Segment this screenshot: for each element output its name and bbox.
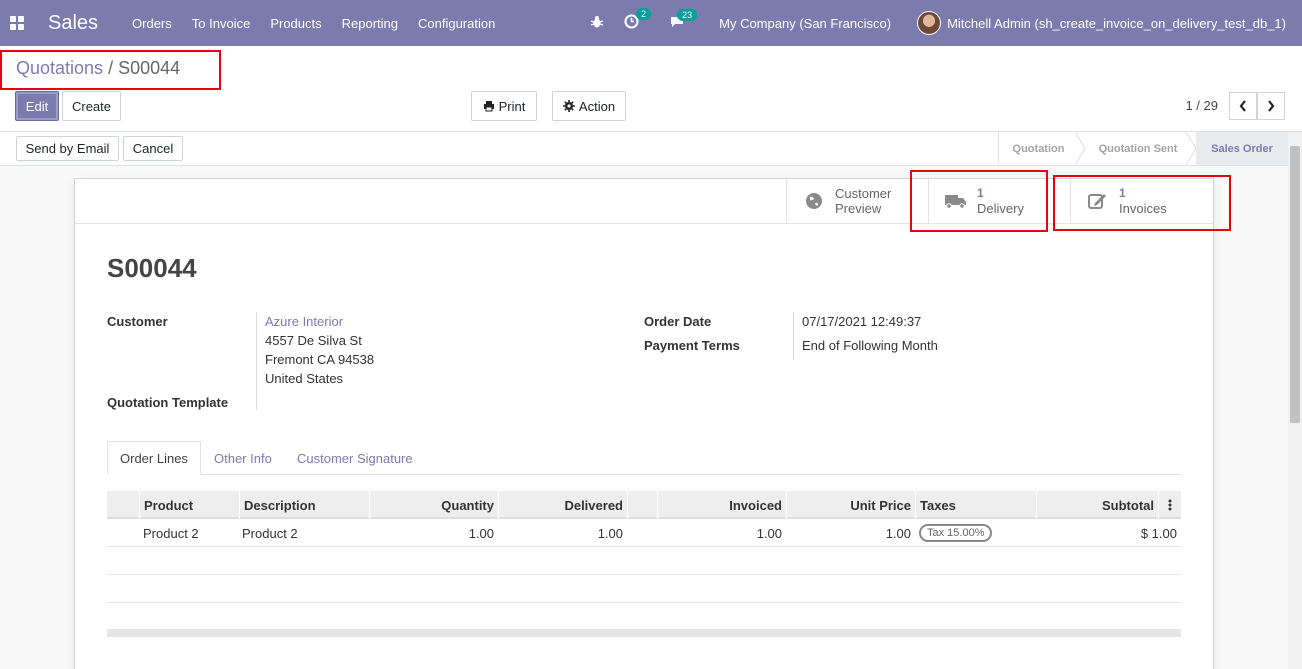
create-button[interactable]: Create <box>62 91 121 121</box>
activity-clock-icon[interactable]: 2 <box>624 8 652 32</box>
table-footer <box>107 629 1181 637</box>
globe-icon <box>803 190 825 212</box>
user-menu[interactable]: Mitchell Admin (sh_create_invoice_on_del… <box>947 16 1286 31</box>
highlight-box-breadcrumb <box>0 50 221 90</box>
scrollbar-thumb[interactable] <box>1290 146 1300 423</box>
cell-delivered: 1.00 <box>597 525 623 541</box>
cell-subtotal: $ 1.00 <box>1140 525 1177 541</box>
gear-icon <box>562 100 575 112</box>
form-statusbar: Send by Email Cancel Quotation Quotation… <box>0 132 1302 166</box>
customer-address-line1: 4557 De Silva St <box>265 333 362 348</box>
control-panel: Quotations / S00044 Edit Create Print Ac… <box>0 46 1302 132</box>
send-by-email-button[interactable]: Send by Email <box>16 136 119 161</box>
col-unit-price[interactable]: Unit Price <box>786 491 915 519</box>
print-button[interactable]: Print <box>471 91 537 121</box>
table-header: Product Description Quantity Delivered I… <box>107 491 1181 519</box>
action-button[interactable]: Action <box>552 91 626 121</box>
form-sheet: Customer Preview 1 Delivery 1 Invoices S… <box>74 178 1214 669</box>
menu-reporting[interactable]: Reporting <box>342 16 398 31</box>
col-product[interactable]: Product <box>139 491 239 519</box>
col-taxes[interactable]: Taxes <box>915 491 1036 519</box>
highlight-box-delivery <box>910 170 1048 232</box>
cell-description: Product 2 <box>242 525 298 541</box>
print-label: Print <box>498 98 526 114</box>
top-navbar: Sales Orders To Invoice Products Reporti… <box>0 0 1302 46</box>
order-title: S00044 <box>107 253 197 283</box>
menu-to-invoice[interactable]: To Invoice <box>192 16 251 31</box>
stage-quotation[interactable]: Quotation <box>998 132 1078 165</box>
apps-menu-icon[interactable] <box>10 16 24 30</box>
action-label: Action <box>578 98 616 114</box>
customer-preview-button[interactable]: Customer Preview <box>786 179 928 223</box>
messages-badge: 23 <box>677 8 698 21</box>
tab-customer-signature[interactable]: Customer Signature <box>285 441 425 475</box>
messages-chat-icon[interactable]: 23 <box>669 8 698 32</box>
cell-product: Product 2 <box>143 525 199 541</box>
order-date-label: Order Date <box>644 314 712 329</box>
pager-value[interactable]: 1 / 29 <box>1185 98 1218 113</box>
col-description[interactable]: Description <box>239 491 369 519</box>
customer-preview-line2: Preview <box>835 201 882 216</box>
order-lines-table: Product Description Quantity Delivered I… <box>107 491 1181 637</box>
activity-badge: 2 <box>636 8 652 20</box>
tax-badge: Tax 15.00% <box>919 524 993 542</box>
menu-orders[interactable]: Orders <box>132 16 172 31</box>
tab-order-lines[interactable]: Order Lines <box>107 441 201 475</box>
pager-previous-button[interactable] <box>1229 92 1257 120</box>
col-spacer <box>627 491 657 519</box>
chevron-left-icon <box>1239 100 1246 112</box>
menu-configuration[interactable]: Configuration <box>418 16 495 31</box>
printer-icon <box>483 101 494 112</box>
customer-address-line3: United States <box>265 371 344 386</box>
notebook-tabs: Order Lines Other Info Customer Signatur… <box>107 441 1181 475</box>
quotation-template-label: Quotation Template <box>107 395 229 410</box>
debug-bug-icon[interactable] <box>590 15 604 32</box>
cell-unit-price: 1.00 <box>885 525 911 541</box>
cell-invoiced: 1.00 <box>756 525 782 541</box>
table-row[interactable]: Product 2 Product 2 1.00 1.00 1.00 1.00 … <box>107 519 1181 547</box>
cancel-button[interactable]: Cancel <box>123 136 183 161</box>
customer-address-line2: Fremont CA 94538 <box>265 352 375 367</box>
cell-quantity: 1.00 <box>468 525 494 541</box>
stage-sales-order[interactable]: Sales Order <box>1196 132 1288 165</box>
pager-next-button[interactable] <box>1257 92 1285 120</box>
payment-terms-value: End of Following Month <box>802 338 938 353</box>
menu-products[interactable]: Products <box>270 16 321 31</box>
user-avatar[interactable] <box>917 11 942 35</box>
payment-terms-label: Payment Terms <box>644 338 740 353</box>
col-subtotal[interactable]: Subtotal <box>1036 491 1158 519</box>
order-date-value: 07/17/2021 12:49:37 <box>802 314 922 329</box>
field-divider <box>793 312 794 360</box>
table-row-empty <box>107 547 1181 575</box>
customer-link[interactable]: Azure Interior <box>265 314 343 329</box>
col-delivered[interactable]: Delivered <box>498 491 627 519</box>
table-row-empty <box>107 575 1181 603</box>
col-quantity[interactable]: Quantity <box>369 491 498 519</box>
edit-button[interactable]: Edit <box>15 91 59 121</box>
company-switcher[interactable]: My Company (San Francisco) <box>719 16 891 31</box>
app-name[interactable]: Sales <box>48 12 98 35</box>
customer-preview-line1: Customer <box>835 186 892 201</box>
stage-quotation-sent[interactable]: Quotation Sent <box>1086 132 1190 165</box>
field-divider <box>256 312 257 410</box>
cell-taxes: Tax 15.00% <box>915 519 1036 547</box>
column-options-icon[interactable] <box>1158 491 1181 519</box>
highlight-box-invoices <box>1053 175 1231 231</box>
col-invoiced[interactable]: Invoiced <box>657 491 786 519</box>
customer-label: Customer <box>107 314 168 329</box>
chevron-right-icon <box>1268 100 1275 112</box>
tab-other-info[interactable]: Other Info <box>202 441 284 475</box>
